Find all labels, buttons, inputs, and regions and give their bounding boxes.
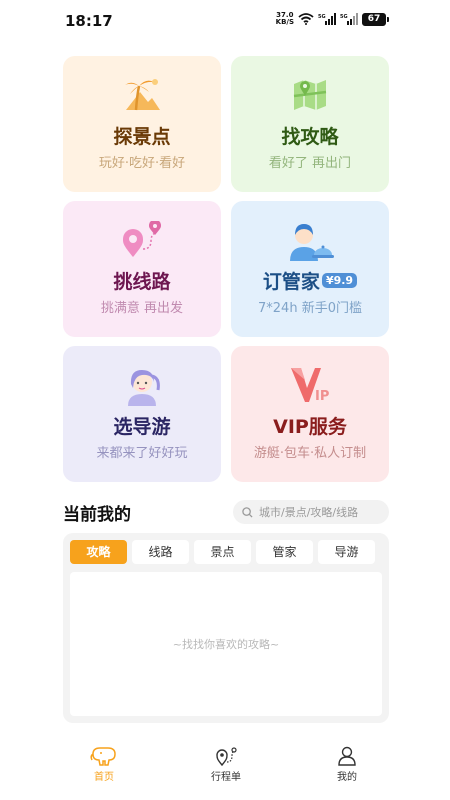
card-title: 选导游 — [113, 416, 171, 438]
map-icon — [231, 76, 389, 114]
wifi-icon — [298, 13, 314, 25]
signal-5g-icon-2: 5G — [340, 13, 358, 25]
nav-label: 首页 — [94, 772, 114, 783]
tab-butler[interactable]: 管家 — [256, 540, 313, 564]
butler-icon — [231, 221, 389, 261]
card-subtitle: 看好了 再出门 — [268, 156, 352, 171]
guide-girl-icon — [63, 366, 221, 406]
search-bar[interactable] — [233, 500, 389, 524]
search-input[interactable] — [259, 505, 379, 519]
tab-guides[interactable]: 攻略 — [70, 540, 127, 564]
empty-state-text: ~找找你喜欢的攻略~ — [172, 638, 280, 651]
signal-5g-icon: 5G — [318, 13, 336, 25]
profile-icon — [317, 746, 377, 766]
category-tabs: 攻略 线路 景点 管家 导游 — [70, 540, 382, 564]
card-vip-service[interactable]: IP VIP服务 游艇·包车·私人订制 — [231, 346, 389, 482]
nav-itinerary[interactable]: 行程单 — [196, 746, 256, 783]
card-find-guides[interactable]: 找攻略 看好了 再出门 — [231, 56, 389, 192]
svg-text:5G: 5G — [318, 14, 326, 20]
tab-spots[interactable]: 景点 — [194, 540, 251, 564]
route-pin-icon — [63, 221, 221, 259]
svg-text:5G: 5G — [340, 14, 348, 20]
vip-icon: IP — [231, 366, 389, 404]
nav-label: 行程单 — [211, 772, 241, 783]
price-badge: ¥9.9 — [321, 273, 358, 288]
network-speed: 37.0 KB/S — [275, 11, 294, 26]
card-title: 订管家 ¥9.9 — [231, 267, 389, 294]
card-subtitle: 7*24h 新手0门槛 — [258, 301, 362, 316]
nav-label: 我的 — [337, 772, 357, 783]
battery-icon: 67 — [362, 12, 389, 26]
nav-home[interactable]: 首页 — [74, 746, 134, 783]
tab-tour-guide[interactable]: 导游 — [318, 540, 375, 564]
card-choose-guide[interactable]: 选导游 来都来了好好玩 — [63, 346, 221, 482]
elephant-home-icon — [74, 746, 134, 766]
status-bar: 18:17 37.0 KB/S 5G 5G 67 — [0, 0, 450, 40]
card-subtitle: 挑满意 再出发 — [100, 301, 184, 316]
card-title: 挑线路 — [113, 271, 171, 293]
itinerary-pin-icon — [196, 746, 256, 766]
status-indicators: 37.0 KB/S 5G 5G 67 — [275, 11, 389, 26]
card-explore-spots[interactable]: 探景点 玩好·吃好·看好 — [63, 56, 221, 192]
svg-text:IP: IP — [315, 389, 329, 404]
my-content-panel: 攻略 线路 景点 管家 导游 ~找找你喜欢的攻略~ — [63, 533, 389, 723]
card-book-butler[interactable]: 订管家 ¥9.9 7*24h 新手0门槛 — [231, 201, 389, 337]
card-title: 探景点 — [113, 126, 171, 148]
section-title: 当前我的 — [63, 505, 131, 525]
nav-profile[interactable]: 我的 — [317, 746, 377, 783]
search-icon — [242, 506, 253, 518]
card-pick-routes[interactable]: 挑线路 挑满意 再出发 — [63, 201, 221, 337]
palm-beach-icon — [63, 76, 221, 114]
panel-content: ~找找你喜欢的攻略~ — [70, 572, 382, 716]
card-title: VIP服务 — [273, 416, 347, 438]
status-time: 18:17 — [65, 12, 113, 30]
card-title: 找攻略 — [281, 126, 339, 148]
card-subtitle: 玩好·吃好·看好 — [98, 156, 186, 171]
card-subtitle: 游艇·包车·私人订制 — [253, 446, 367, 461]
card-subtitle: 来都来了好好玩 — [96, 446, 188, 461]
tab-routes[interactable]: 线路 — [132, 540, 189, 564]
